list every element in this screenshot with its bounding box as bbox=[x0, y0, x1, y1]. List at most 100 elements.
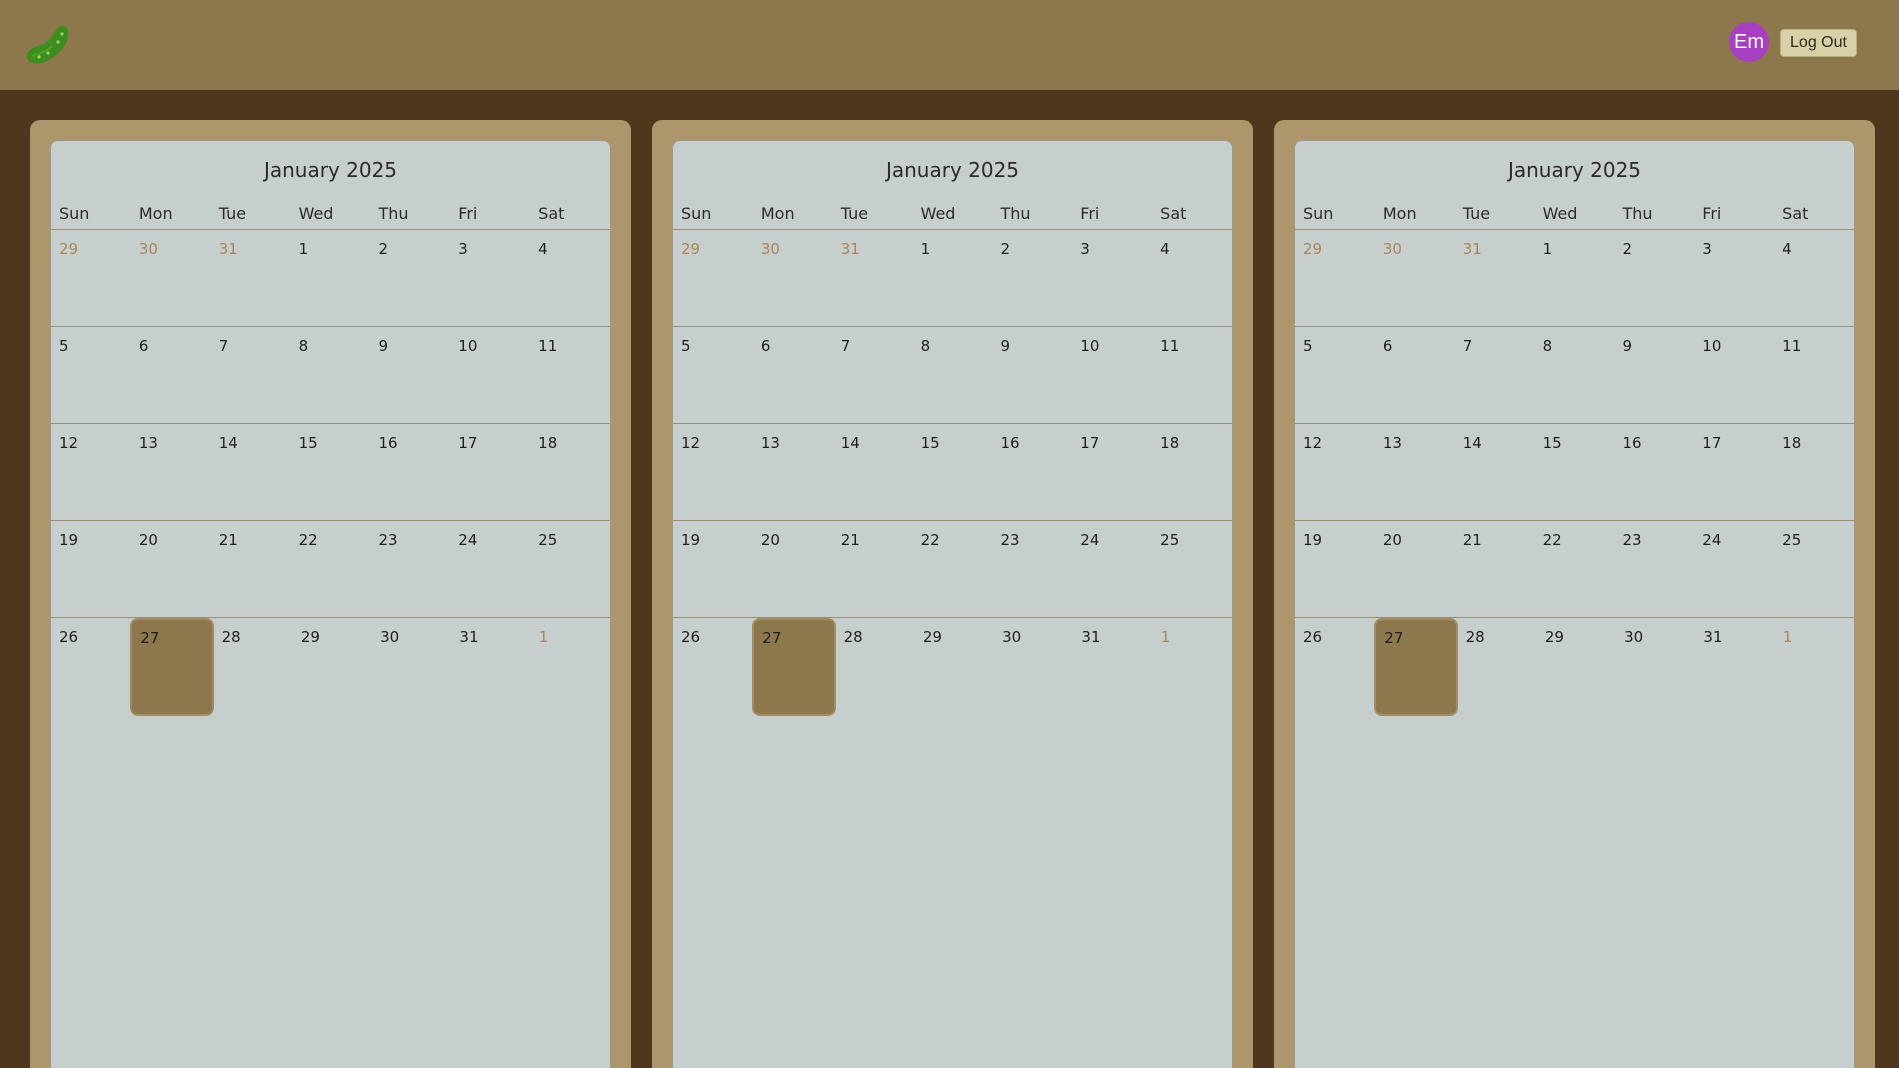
day-cell[interactable]: 21 bbox=[833, 521, 913, 617]
day-cell[interactable]: 4 bbox=[1152, 230, 1232, 326]
day-cell-today[interactable]: 27 bbox=[130, 618, 214, 716]
day-cell[interactable]: 8 bbox=[291, 327, 371, 423]
day-cell[interactable]: 12 bbox=[1295, 424, 1375, 520]
day-cell[interactable]: 29 bbox=[1295, 230, 1375, 326]
day-cell[interactable]: 17 bbox=[1072, 424, 1152, 520]
day-cell[interactable]: 19 bbox=[673, 521, 753, 617]
day-cell[interactable]: 31 bbox=[1695, 618, 1774, 715]
day-cell[interactable]: 29 bbox=[51, 230, 131, 326]
day-cell[interactable]: 16 bbox=[1614, 424, 1694, 520]
day-cell[interactable]: 30 bbox=[994, 618, 1073, 715]
day-cell[interactable]: 13 bbox=[131, 424, 211, 520]
day-cell[interactable]: 28 bbox=[1458, 618, 1537, 715]
day-cell[interactable]: 5 bbox=[51, 327, 131, 423]
day-cell[interactable]: 29 bbox=[673, 230, 753, 326]
day-cell[interactable]: 9 bbox=[992, 327, 1072, 423]
day-cell[interactable]: 10 bbox=[1072, 327, 1152, 423]
day-cell[interactable]: 3 bbox=[450, 230, 530, 326]
logout-button[interactable]: Log Out bbox=[1780, 29, 1857, 57]
day-cell[interactable]: 26 bbox=[1295, 618, 1374, 715]
day-cell[interactable]: 18 bbox=[1774, 424, 1854, 520]
day-cell[interactable]: 31 bbox=[451, 618, 530, 715]
day-cell[interactable]: 11 bbox=[530, 327, 610, 423]
day-cell[interactable]: 30 bbox=[753, 230, 833, 326]
day-cell[interactable]: 22 bbox=[913, 521, 993, 617]
day-cell[interactable]: 31 bbox=[1455, 230, 1535, 326]
day-cell[interactable]: 26 bbox=[673, 618, 752, 715]
day-cell[interactable]: 16 bbox=[992, 424, 1072, 520]
day-cell[interactable]: 14 bbox=[833, 424, 913, 520]
day-cell[interactable]: 19 bbox=[51, 521, 131, 617]
day-cell[interactable]: 17 bbox=[450, 424, 530, 520]
day-cell[interactable]: 14 bbox=[211, 424, 291, 520]
day-cell[interactable]: 31 bbox=[1073, 618, 1152, 715]
day-cell[interactable]: 24 bbox=[450, 521, 530, 617]
day-cell[interactable]: 13 bbox=[753, 424, 833, 520]
day-cell[interactable]: 12 bbox=[51, 424, 131, 520]
day-cell[interactable]: 5 bbox=[1295, 327, 1375, 423]
day-cell[interactable]: 25 bbox=[530, 521, 610, 617]
day-cell[interactable]: 6 bbox=[753, 327, 833, 423]
day-cell[interactable]: 15 bbox=[1535, 424, 1615, 520]
day-cell[interactable]: 7 bbox=[1455, 327, 1535, 423]
day-cell[interactable]: 2 bbox=[992, 230, 1072, 326]
day-cell[interactable]: 15 bbox=[913, 424, 993, 520]
day-cell[interactable]: 1 bbox=[291, 230, 371, 326]
day-cell[interactable]: 23 bbox=[992, 521, 1072, 617]
day-cell[interactable]: 1 bbox=[1775, 618, 1854, 715]
day-cell[interactable]: 4 bbox=[530, 230, 610, 326]
day-cell[interactable]: 29 bbox=[915, 618, 994, 715]
day-cell[interactable]: 22 bbox=[1535, 521, 1615, 617]
day-cell[interactable]: 28 bbox=[214, 618, 293, 715]
day-cell-today[interactable]: 27 bbox=[752, 618, 836, 716]
day-cell[interactable]: 9 bbox=[370, 327, 450, 423]
day-cell[interactable]: 19 bbox=[1295, 521, 1375, 617]
day-cell[interactable]: 13 bbox=[1375, 424, 1455, 520]
day-cell[interactable]: 9 bbox=[1614, 327, 1694, 423]
day-cell[interactable]: 26 bbox=[51, 618, 130, 715]
day-cell[interactable]: 20 bbox=[1375, 521, 1455, 617]
day-cell[interactable]: 7 bbox=[833, 327, 913, 423]
day-cell[interactable]: 29 bbox=[293, 618, 372, 715]
day-cell[interactable]: 22 bbox=[291, 521, 371, 617]
day-cell[interactable]: 6 bbox=[131, 327, 211, 423]
avatar[interactable]: Em bbox=[1729, 22, 1769, 62]
day-cell[interactable]: 10 bbox=[1694, 327, 1774, 423]
day-cell-today[interactable]: 27 bbox=[1374, 618, 1458, 716]
day-cell[interactable]: 29 bbox=[1537, 618, 1616, 715]
day-cell[interactable]: 11 bbox=[1152, 327, 1232, 423]
day-cell[interactable]: 20 bbox=[131, 521, 211, 617]
day-cell[interactable]: 30 bbox=[1375, 230, 1455, 326]
day-cell[interactable]: 31 bbox=[833, 230, 913, 326]
day-cell[interactable]: 30 bbox=[1616, 618, 1695, 715]
day-cell[interactable]: 1 bbox=[913, 230, 993, 326]
day-cell[interactable]: 18 bbox=[530, 424, 610, 520]
day-cell[interactable]: 24 bbox=[1694, 521, 1774, 617]
day-cell[interactable]: 6 bbox=[1375, 327, 1455, 423]
day-cell[interactable]: 1 bbox=[1535, 230, 1615, 326]
day-cell[interactable]: 23 bbox=[370, 521, 450, 617]
day-cell[interactable]: 5 bbox=[673, 327, 753, 423]
day-cell[interactable]: 21 bbox=[211, 521, 291, 617]
day-cell[interactable]: 30 bbox=[131, 230, 211, 326]
day-cell[interactable]: 10 bbox=[450, 327, 530, 423]
day-cell[interactable]: 3 bbox=[1072, 230, 1152, 326]
day-cell[interactable]: 17 bbox=[1694, 424, 1774, 520]
day-cell[interactable]: 8 bbox=[913, 327, 993, 423]
day-cell[interactable]: 14 bbox=[1455, 424, 1535, 520]
pickle-icon[interactable] bbox=[22, 20, 76, 70]
day-cell[interactable]: 31 bbox=[211, 230, 291, 326]
day-cell[interactable]: 28 bbox=[836, 618, 915, 715]
day-cell[interactable]: 16 bbox=[370, 424, 450, 520]
day-cell[interactable]: 3 bbox=[1694, 230, 1774, 326]
day-cell[interactable]: 2 bbox=[1614, 230, 1694, 326]
day-cell[interactable]: 24 bbox=[1072, 521, 1152, 617]
day-cell[interactable]: 7 bbox=[211, 327, 291, 423]
day-cell[interactable]: 2 bbox=[370, 230, 450, 326]
day-cell[interactable]: 1 bbox=[1153, 618, 1232, 715]
day-cell[interactable]: 15 bbox=[291, 424, 371, 520]
day-cell[interactable]: 1 bbox=[531, 618, 610, 715]
day-cell[interactable]: 21 bbox=[1455, 521, 1535, 617]
day-cell[interactable]: 18 bbox=[1152, 424, 1232, 520]
day-cell[interactable]: 23 bbox=[1614, 521, 1694, 617]
